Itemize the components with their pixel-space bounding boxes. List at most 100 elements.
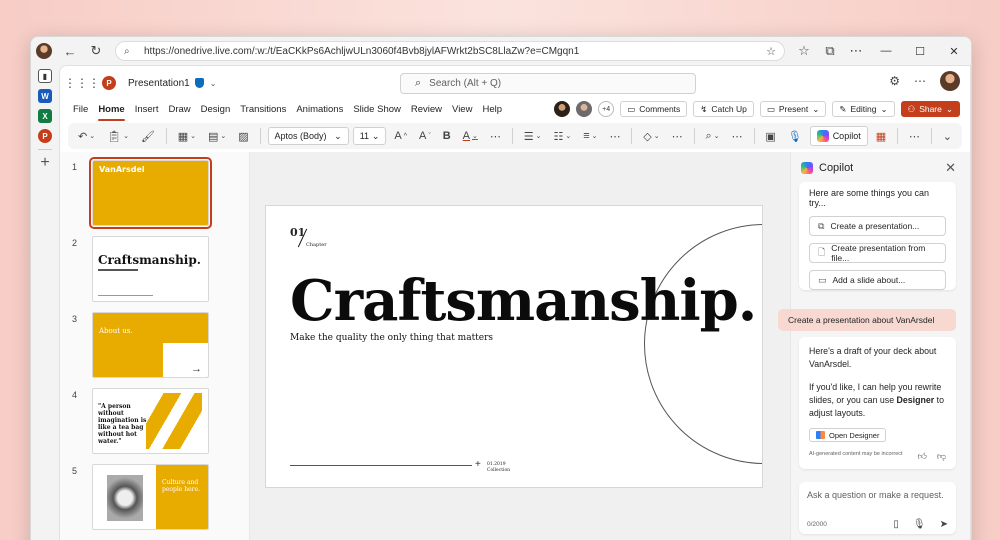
- ribbon-divider: [930, 128, 932, 144]
- ribbon-divider: [511, 128, 513, 144]
- shapes-icon[interactable]: ◇ ⌄: [639, 126, 663, 146]
- dictate-mic-icon[interactable]: 🎙︎: [784, 126, 806, 146]
- presentation-icon: ⧉: [818, 220, 825, 231]
- tabs-icon[interactable]: ▮: [38, 69, 52, 83]
- maximize-icon[interactable]: ☐: [903, 45, 937, 58]
- microphone-icon[interactable]: 🎙︎: [913, 519, 926, 530]
- address-bar[interactable]: ⌕ https://onedrive.live.com/:w:/t/EaCKkP…: [115, 41, 785, 61]
- bold-icon[interactable]: B: [439, 126, 455, 146]
- response-paragraph: Here's a draft of your deck about VanArs…: [809, 346, 937, 369]
- chevron-down-icon[interactable]: ⌄: [210, 79, 217, 88]
- undo-icon[interactable]: ↶ ⌄: [74, 126, 99, 146]
- copilot-button[interactable]: Copilot: [809, 126, 868, 146]
- editing-mode-button[interactable]: ✎ Editing ⌄: [832, 101, 895, 117]
- more-editing-icon[interactable]: ⋯: [728, 126, 747, 146]
- align-icon[interactable]: ≡ ⌄: [579, 126, 601, 146]
- decorative-circle[interactable]: [644, 224, 762, 464]
- slide-subtitle[interactable]: Make the quality the only thing that mat…: [290, 333, 493, 343]
- collaborator-avatar[interactable]: [554, 101, 571, 117]
- add-ins-icon[interactable]: ▣: [761, 126, 779, 146]
- catch-up-button[interactable]: ↯ Catch Up: [693, 101, 754, 117]
- tab-file[interactable]: File: [68, 100, 93, 120]
- sensitivity-shield-icon[interactable]: [194, 78, 204, 88]
- more-font-options-icon[interactable]: ⋯: [486, 126, 505, 146]
- profile-icon[interactable]: [31, 37, 57, 65]
- open-designer-button[interactable]: Open Designer: [809, 428, 887, 442]
- more-drawing-icon[interactable]: ⋯: [668, 126, 687, 146]
- tab-animations[interactable]: Animations: [291, 100, 348, 120]
- more-paragraph-icon[interactable]: ⋯: [605, 126, 624, 146]
- user-avatar[interactable]: [940, 71, 960, 91]
- tab-transitions[interactable]: Transitions: [235, 100, 291, 120]
- pencil-icon: ✎: [839, 103, 847, 114]
- decrease-font-icon[interactable]: Aˇ: [415, 126, 435, 146]
- slide-thumbnail-5[interactable]: Culture and people here.: [92, 464, 209, 530]
- tab-design[interactable]: Design: [196, 100, 236, 120]
- bullets-icon[interactable]: ☰ ⌄: [520, 126, 546, 146]
- app-launcher-icon[interactable]: ⋮⋮⋮: [64, 76, 100, 90]
- search-box[interactable]: ⌕ Search (Alt + Q): [400, 73, 696, 94]
- font-family-select[interactable]: Aptos (Body) ⌄: [267, 127, 349, 145]
- favorite-star-icon[interactable]: ☆: [766, 45, 776, 58]
- collections-icon[interactable]: ⧉: [817, 37, 843, 65]
- tab-draw[interactable]: Draw: [163, 100, 195, 120]
- layout-icon[interactable]: ▤ ⌄: [204, 126, 230, 146]
- thumbs-down-icon[interactable]: 👎︎: [937, 450, 946, 463]
- more-options-icon[interactable]: ⋯: [914, 74, 926, 88]
- minimize-icon[interactable]: —: [869, 45, 903, 58]
- more-icon[interactable]: ⋯: [843, 37, 869, 65]
- find-icon[interactable]: ⌕ ⌄: [701, 126, 723, 146]
- word-icon[interactable]: W: [38, 89, 52, 103]
- close-window-icon[interactable]: ✕: [937, 45, 971, 58]
- slide-title[interactable]: Craftsmanship.: [290, 268, 757, 334]
- add-icon[interactable]: +: [40, 155, 49, 171]
- suggestion-create-from-file[interactable]: 🗋︎ Create presentation from file...: [809, 243, 946, 263]
- ribbon-expand-chevron-icon[interactable]: ⌄: [939, 126, 956, 146]
- numbering-icon[interactable]: ☷ ⌄: [549, 126, 575, 146]
- tab-view[interactable]: View: [447, 100, 477, 120]
- slide-thumbnail-1[interactable]: VanArsdel: [89, 157, 212, 229]
- slide-icon: ▭: [818, 274, 827, 285]
- clipboard-icon[interactable]: 📋︎ ⌄: [103, 126, 133, 146]
- slide-thumbnail-4[interactable]: "A person without imagination is like a …: [92, 388, 209, 454]
- present-button[interactable]: ▭ Present ⌄: [759, 101, 827, 117]
- suggestion-create-presentation[interactable]: ⧉ Create a presentation...: [809, 216, 946, 236]
- comments-button[interactable]: ▭ Comments: [620, 101, 688, 117]
- more-collaborators-badge[interactable]: +4: [598, 101, 615, 117]
- tab-review[interactable]: Review: [406, 100, 447, 120]
- tab-help[interactable]: Help: [477, 100, 507, 120]
- new-slide-icon[interactable]: ▦ ⌄: [174, 126, 200, 146]
- settings-gear-icon[interactable]: ⚙: [889, 74, 900, 88]
- slide-date-block[interactable]: 01.2019 Collection: [487, 462, 510, 474]
- format-painter-icon[interactable]: 🖌︎: [137, 126, 159, 146]
- designer-icon[interactable]: ▦: [872, 126, 890, 146]
- font-size-select[interactable]: 11 ⌄: [352, 127, 387, 145]
- tab-insert[interactable]: Insert: [130, 100, 164, 120]
- copilot-input-box[interactable]: Ask a question or make a request. 0/2000…: [799, 482, 956, 534]
- prompt-guide-icon[interactable]: ▯: [893, 519, 899, 530]
- refresh-icon[interactable]: ↻: [83, 37, 109, 65]
- slide-thumbnail-2[interactable]: Craftsmanship.: [92, 236, 209, 302]
- collaborator-avatar[interactable]: [576, 101, 593, 117]
- font-color-icon[interactable]: A ⌄: [459, 126, 482, 146]
- document-name[interactable]: Presentation1: [128, 78, 190, 89]
- tab-slide-show[interactable]: Slide Show: [348, 100, 406, 120]
- share-button[interactable]: ⚇ Share ⌄: [900, 101, 960, 117]
- thumbnail-brand-text: VanArsdel: [99, 165, 145, 174]
- more-commands-icon[interactable]: ⋯: [905, 126, 924, 146]
- back-icon[interactable]: ←: [57, 37, 83, 65]
- tab-home[interactable]: Home: [93, 100, 129, 121]
- slide-thumbnail-3[interactable]: About us. →: [92, 312, 209, 378]
- close-icon[interactable]: ✕: [945, 160, 956, 176]
- picture-icon[interactable]: ▨: [234, 126, 252, 146]
- powerpoint-icon[interactable]: P: [38, 129, 52, 143]
- send-icon[interactable]: ➤: [940, 519, 948, 530]
- suggestion-add-slide[interactable]: ▭ Add a slide about...: [809, 270, 946, 290]
- copilot-input-placeholder[interactable]: Ask a question or make a request.: [807, 490, 948, 500]
- favorites-icon[interactable]: ☆: [791, 37, 817, 65]
- thumbs-up-icon[interactable]: 👍︎: [917, 450, 926, 463]
- slide-chapter-label[interactable]: Chapter: [306, 242, 327, 248]
- current-slide[interactable]: 01 Chapter Craftsmanship. Make the quali…: [265, 205, 763, 488]
- increase-font-icon[interactable]: A ^: [390, 126, 411, 146]
- excel-icon[interactable]: X: [38, 109, 52, 123]
